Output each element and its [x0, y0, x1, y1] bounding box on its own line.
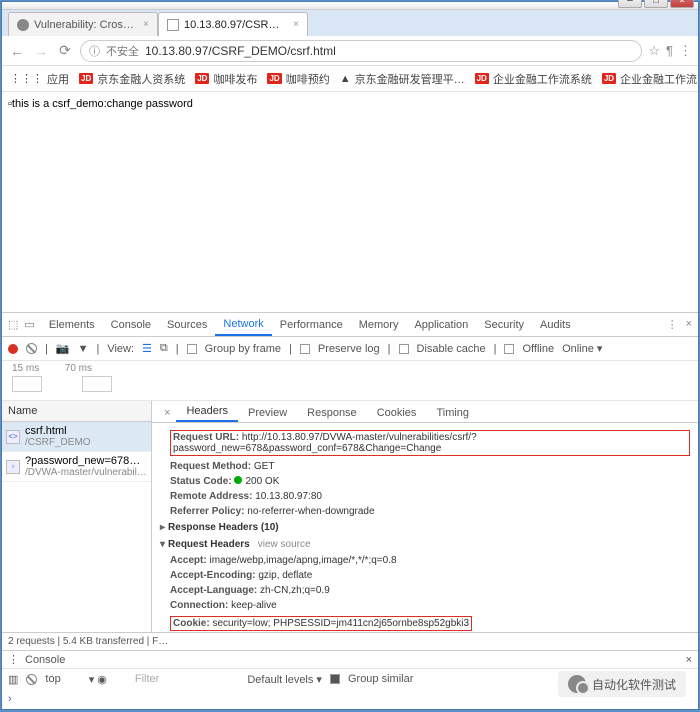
bookmark-item[interactable]: JD企业金融工作流系统	[602, 71, 698, 87]
detail-tab[interactable]: Preview	[238, 404, 297, 422]
group-similar-checkbox[interactable]	[330, 674, 340, 684]
file-icon: <>	[6, 430, 20, 444]
bookmarks-bar: ⋮⋮⋮ 应用 JD京东金融人资系统 JD咖啡发布 JD咖啡预约 ▲ 京东金融研发…	[2, 66, 698, 92]
pilcrow-icon[interactable]: ¶	[666, 43, 673, 58]
console-close-icon[interactable]: ×	[686, 654, 692, 666]
request-row[interactable]: ▫ ?password_new=678&pass…/DVWA-master/vu…	[2, 452, 151, 482]
console-toggle-icon[interactable]: ⋮	[8, 653, 19, 666]
device-icon[interactable]: ▭	[24, 318, 34, 331]
eye-icon[interactable]: ▾ ◉	[89, 673, 107, 686]
network-footer: 2 requests | 5.4 KB transferred | F…	[2, 632, 698, 650]
name-column-header[interactable]: Name	[2, 401, 151, 422]
filter-input[interactable]: Filter	[135, 673, 159, 685]
timeline[interactable]: 15 ms 70 ms	[2, 361, 698, 401]
devtools: ⬚ ▭ Elements Console Sources Network Per…	[2, 312, 698, 709]
devtools-tab[interactable]: Memory	[351, 315, 407, 335]
devtools-tab[interactable]: Performance	[272, 315, 351, 335]
request-detail: × Headers Preview Response Cookies Timin…	[152, 401, 698, 632]
view-label: View:	[107, 343, 134, 355]
context-select[interactable]: top	[45, 673, 60, 685]
clear-console-button[interactable]	[26, 674, 37, 685]
bookmark-item[interactable]: ▲ 京东金融研发管理平…	[340, 71, 465, 87]
apps-button[interactable]: ⋮⋮⋮ 应用	[10, 71, 69, 87]
tab-label: 10.13.80.97/CSRF_DEM	[184, 19, 284, 31]
star-icon[interactable]: ☆	[648, 43, 660, 59]
minimize-button[interactable]: ─	[618, 0, 642, 8]
devtools-tabbar: ⬚ ▭ Elements Console Sources Network Per…	[2, 313, 698, 337]
favicon-icon	[167, 19, 179, 31]
devtools-menu-icon[interactable]: ⋮	[667, 318, 678, 331]
levels-select[interactable]: Default levels ▾	[247, 673, 322, 686]
detail-tab[interactable]: Timing	[426, 404, 479, 422]
request-headers-toggle[interactable]: ▾Request Headersview source	[160, 536, 690, 553]
request-row[interactable]: <> csrf.html/CSRF_DEMO	[2, 422, 151, 452]
insecure-label: 不安全	[106, 43, 139, 59]
bookmark-item[interactable]: JD企业金融工作流系统	[475, 71, 592, 87]
network-toolbar: | 📷 ▼ | View: ☰ ⧉ | Group by frame | Pre…	[2, 337, 698, 361]
wechat-icon	[568, 675, 586, 693]
devtools-tab[interactable]: Elements	[41, 315, 103, 335]
reload-button[interactable]: ⟳	[56, 42, 74, 59]
address-bar: ← → ⟳ ⓘ 不安全 10.13.80.97/CSRF_DEMO/csrf.h…	[2, 36, 698, 66]
browser-tab-active[interactable]: 10.13.80.97/CSRF_DEM ×	[158, 12, 308, 36]
disable-cache-checkbox[interactable]	[399, 344, 409, 354]
forward-button[interactable]: →	[32, 43, 50, 59]
devtools-tab[interactable]: Sources	[159, 315, 215, 335]
offline-checkbox[interactable]	[504, 344, 514, 354]
browser-window: ─ □ ✕ Vulnerability: Cross Sit… × 10.13.…	[1, 1, 699, 710]
record-button[interactable]	[8, 344, 18, 354]
clear-button[interactable]	[26, 343, 37, 354]
url-input[interactable]: ⓘ 不安全 10.13.80.97/CSRF_DEMO/csrf.html	[80, 40, 642, 62]
devtools-tab[interactable]: Security	[476, 315, 532, 335]
detail-tab-headers[interactable]: Headers	[176, 402, 238, 422]
network-body: Name <> csrf.html/CSRF_DEMO ▫ ?password_…	[2, 401, 698, 632]
devtools-tab[interactable]: Console	[103, 315, 159, 335]
tab-strip: Vulnerability: Cross Sit… × 10.13.80.97/…	[2, 10, 698, 36]
close-button[interactable]: ✕	[670, 0, 694, 8]
inspect-icon[interactable]: ⬚	[8, 318, 18, 331]
tab-close-icon[interactable]: ×	[143, 19, 149, 30]
throttle-select[interactable]: Online ▾	[562, 342, 602, 355]
request-list: Name <> csrf.html/CSRF_DEMO ▫ ?password_…	[2, 401, 152, 632]
large-rows-icon[interactable]: ☰	[142, 342, 152, 355]
tab-close-icon[interactable]: ×	[293, 19, 299, 30]
group-by-frame-checkbox[interactable]	[187, 344, 197, 354]
back-button[interactable]: ←	[8, 43, 26, 59]
url-text: 10.13.80.97/CSRF_DEMO/csrf.html	[145, 44, 336, 58]
detail-tab[interactable]: Response	[297, 404, 367, 422]
window-titlebar: ─ □ ✕	[2, 2, 698, 10]
waterfall-icon[interactable]: ⧉	[160, 342, 168, 355]
devtools-close-icon[interactable]: ×	[686, 318, 692, 331]
favicon-icon	[17, 19, 29, 31]
response-headers-toggle[interactable]: ▸Response Headers (10)	[160, 519, 690, 536]
bookmark-item[interactable]: JD咖啡预约	[267, 71, 329, 87]
wechat-label: 自动化软件测试	[592, 676, 676, 693]
bookmark-item[interactable]: JD京东金融人资系统	[79, 71, 185, 87]
screenshot-icon[interactable]: 📷	[56, 342, 70, 355]
preserve-log-checkbox[interactable]	[300, 344, 310, 354]
browser-tab[interactable]: Vulnerability: Cross Sit… ×	[8, 12, 158, 36]
wechat-watermark: 自动化软件测试	[558, 671, 686, 697]
detail-tabbar: × Headers Preview Response Cookies Timin…	[152, 401, 698, 423]
console-tab[interactable]: Console	[25, 654, 65, 666]
devtools-tab[interactable]: Application	[406, 315, 476, 335]
tab-label: Vulnerability: Cross Sit…	[34, 19, 134, 31]
file-icon: ▫	[6, 460, 20, 474]
devtools-tab[interactable]: Audits	[532, 315, 579, 335]
close-detail-icon[interactable]: ×	[158, 404, 176, 422]
devtools-tab-network[interactable]: Network	[215, 314, 271, 336]
detail-tab[interactable]: Cookies	[367, 404, 427, 422]
page-text: this is a csrf_demo:change password	[12, 98, 193, 110]
headers-panel: Request URL: http://10.13.80.97/DVWA-mas…	[152, 423, 698, 632]
filter-icon[interactable]: ▼	[78, 343, 89, 355]
maximize-button[interactable]: □	[644, 0, 668, 8]
page-content: ▫this is a csrf_demo:change password	[2, 92, 698, 312]
sidebar-icon[interactable]: ▥	[8, 673, 18, 686]
menu-icon[interactable]: ⋮	[679, 43, 692, 59]
info-icon[interactable]: ⓘ	[89, 43, 100, 59]
bookmark-item[interactable]: JD咖啡发布	[195, 71, 257, 87]
